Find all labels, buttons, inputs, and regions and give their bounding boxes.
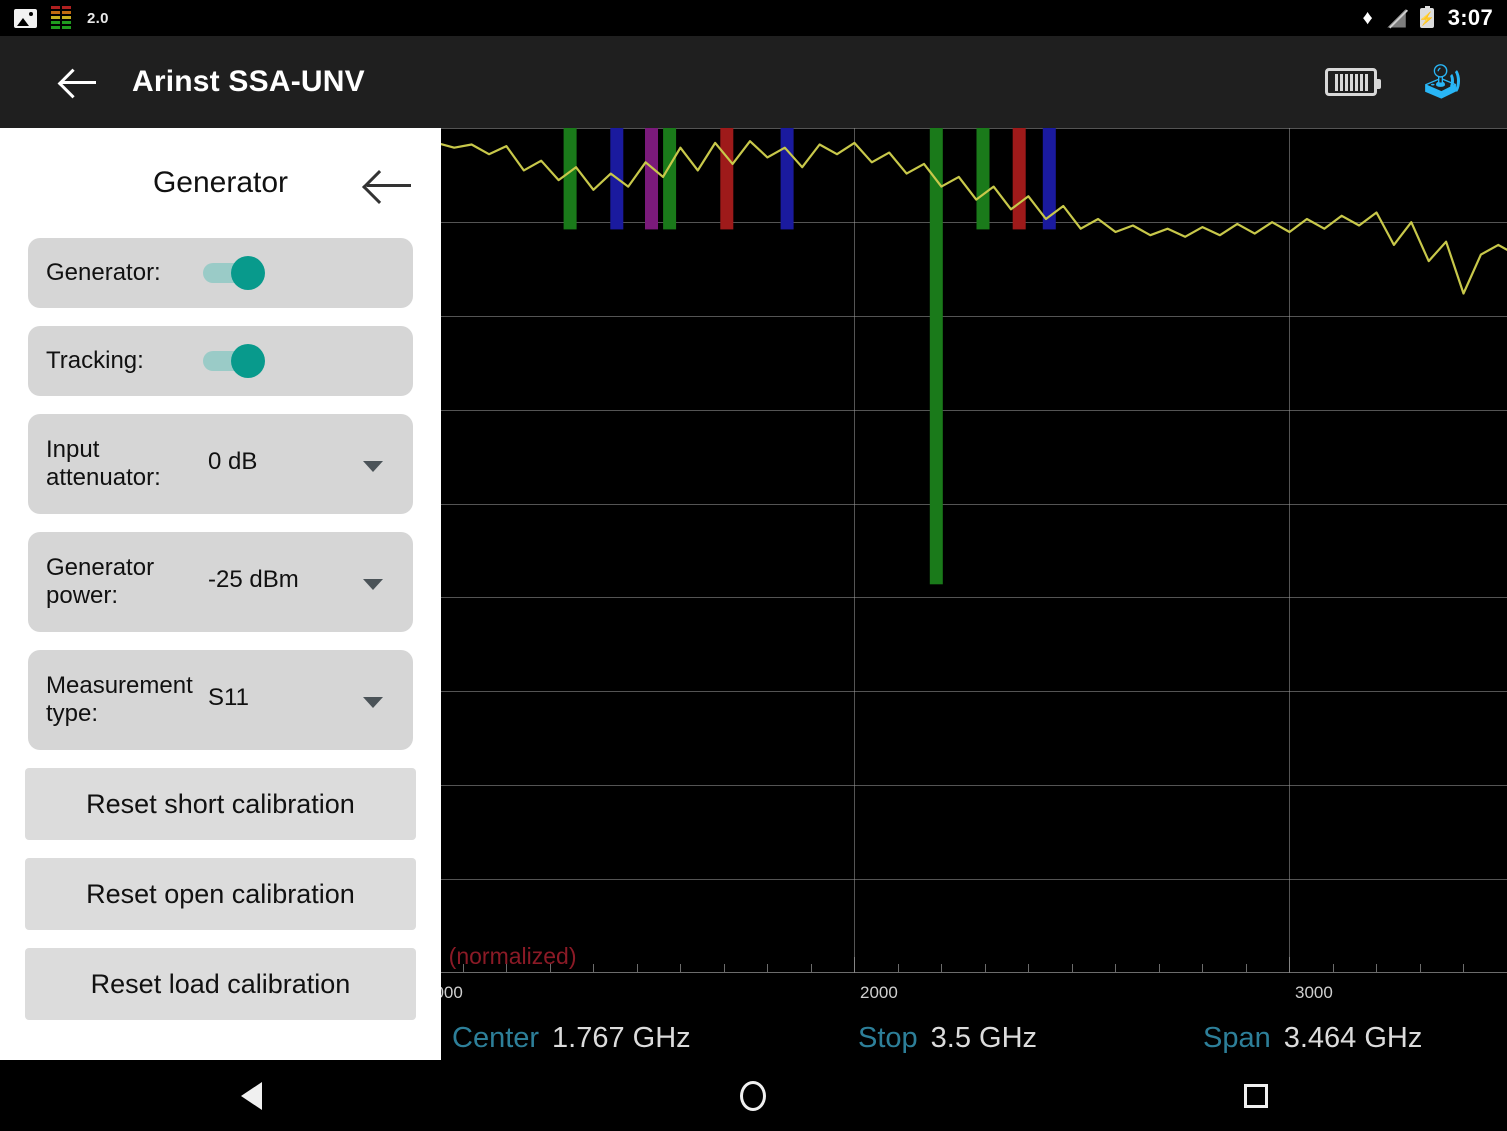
input-attenuator-label-line1: Input [46, 436, 99, 463]
switch-thumb [231, 344, 265, 378]
x-tick-label: 2000 [860, 983, 898, 1003]
page-title: Arinst SSA-UNV [132, 65, 365, 99]
readout-stop-value: 3.5 GHz [931, 1022, 1037, 1055]
readout-stop[interactable]: Stop 3.5 GHz [858, 1022, 1037, 1055]
generator-toggle-switch[interactable] [203, 256, 281, 290]
nav-recents-button[interactable] [1005, 1084, 1507, 1108]
status-bar-right: ♦ ⚡ 3:07 [1363, 5, 1493, 31]
measurement-type-value: S11 [208, 684, 249, 712]
status-bar: 2.0 ♦ ⚡ 3:07 [0, 0, 1507, 36]
readout-span-key: Span [1203, 1022, 1271, 1055]
row-generator-toggle[interactable]: Generator: [28, 238, 413, 308]
chevron-down-icon[interactable] [363, 461, 383, 472]
row-input-attenuator[interactable]: Input attenuator: 0 dB [28, 414, 413, 514]
generator-toggle-label: Generator: [46, 259, 161, 287]
measurement-type-label: Measurement type: [46, 672, 206, 729]
app-version-label: 2.0 [87, 10, 109, 27]
input-attenuator-value: 0 dB [208, 448, 257, 476]
nav-home-icon [740, 1081, 766, 1111]
bluetooth-icon: ♦ [1363, 8, 1373, 28]
generator-power-value: -25 dBm [208, 566, 299, 594]
input-attenuator-label: Input attenuator: [46, 436, 206, 493]
tracking-toggle-switch[interactable] [203, 344, 281, 378]
generator-power-label-line1: Generator [46, 554, 154, 581]
reset-load-calibration-button[interactable]: Reset load calibration [25, 948, 416, 1020]
generator-panel-title: Generator [153, 166, 288, 200]
app-bar: Arinst SSA-UNV 🕹 [0, 36, 1507, 128]
x-tick-label: 3000 [1295, 983, 1333, 1003]
generator-panel-header: Generator [0, 128, 441, 238]
readout-center[interactable]: Center 1.767 GHz [452, 1022, 691, 1055]
readout-stop-key: Stop [858, 1022, 918, 1055]
battery-full-icon [1325, 68, 1377, 96]
reset-open-calibration-button[interactable]: Reset open calibration [25, 858, 416, 930]
row-tracking-toggle[interactable]: Tracking: [28, 326, 413, 396]
bluetooth-connected-icon[interactable]: 🕹 [1419, 62, 1459, 102]
chevron-down-icon[interactable] [363, 697, 383, 708]
status-bar-clock: 3:07 [1448, 5, 1493, 31]
nav-back-icon [241, 1082, 262, 1110]
row-generator-power[interactable]: Generator power: -25 dBm [28, 532, 413, 632]
device-screen: 2.0 ♦ ⚡ 3:07 Arinst SSA-UNV 🕹 [0, 0, 1507, 1131]
switch-thumb [231, 256, 265, 290]
no-signal-icon [1387, 9, 1406, 28]
measurement-type-label-line1: Measurement [46, 672, 193, 699]
nav-back-button[interactable] [0, 1082, 502, 1110]
readout-center-key: Center [452, 1022, 539, 1055]
measurement-type-label-line2: type: [46, 700, 98, 727]
panel-back-arrow-icon[interactable] [365, 164, 413, 206]
app-bar-right: 🕹 [1325, 62, 1477, 102]
generator-panel: Generator Generator: Tracking: Input att… [0, 128, 441, 1060]
readout-span[interactable]: Span 3.464 GHz [1203, 1022, 1422, 1055]
nav-recents-icon [1244, 1084, 1268, 1108]
readout-center-value: 1.767 GHz [552, 1022, 691, 1055]
image-icon [14, 9, 37, 28]
chevron-down-icon[interactable] [363, 579, 383, 590]
tracking-toggle-label: Tracking: [46, 347, 144, 375]
reset-short-calibration-button[interactable]: Reset short calibration [25, 768, 416, 840]
equalizer-icon [51, 8, 73, 29]
status-bar-left: 2.0 [14, 8, 109, 29]
row-measurement-type[interactable]: Measurement type: S11 [28, 650, 413, 750]
battery-charging-icon: ⚡ [1420, 8, 1434, 28]
generator-power-label-line2: power: [46, 582, 118, 609]
back-arrow-icon[interactable] [58, 60, 102, 104]
generator-power-label: Generator power: [46, 554, 206, 611]
android-nav-bar [0, 1060, 1507, 1131]
input-attenuator-label-line2: attenuator: [46, 464, 161, 491]
readout-span-value: 3.464 GHz [1284, 1022, 1423, 1055]
nav-home-button[interactable] [503, 1081, 1005, 1111]
